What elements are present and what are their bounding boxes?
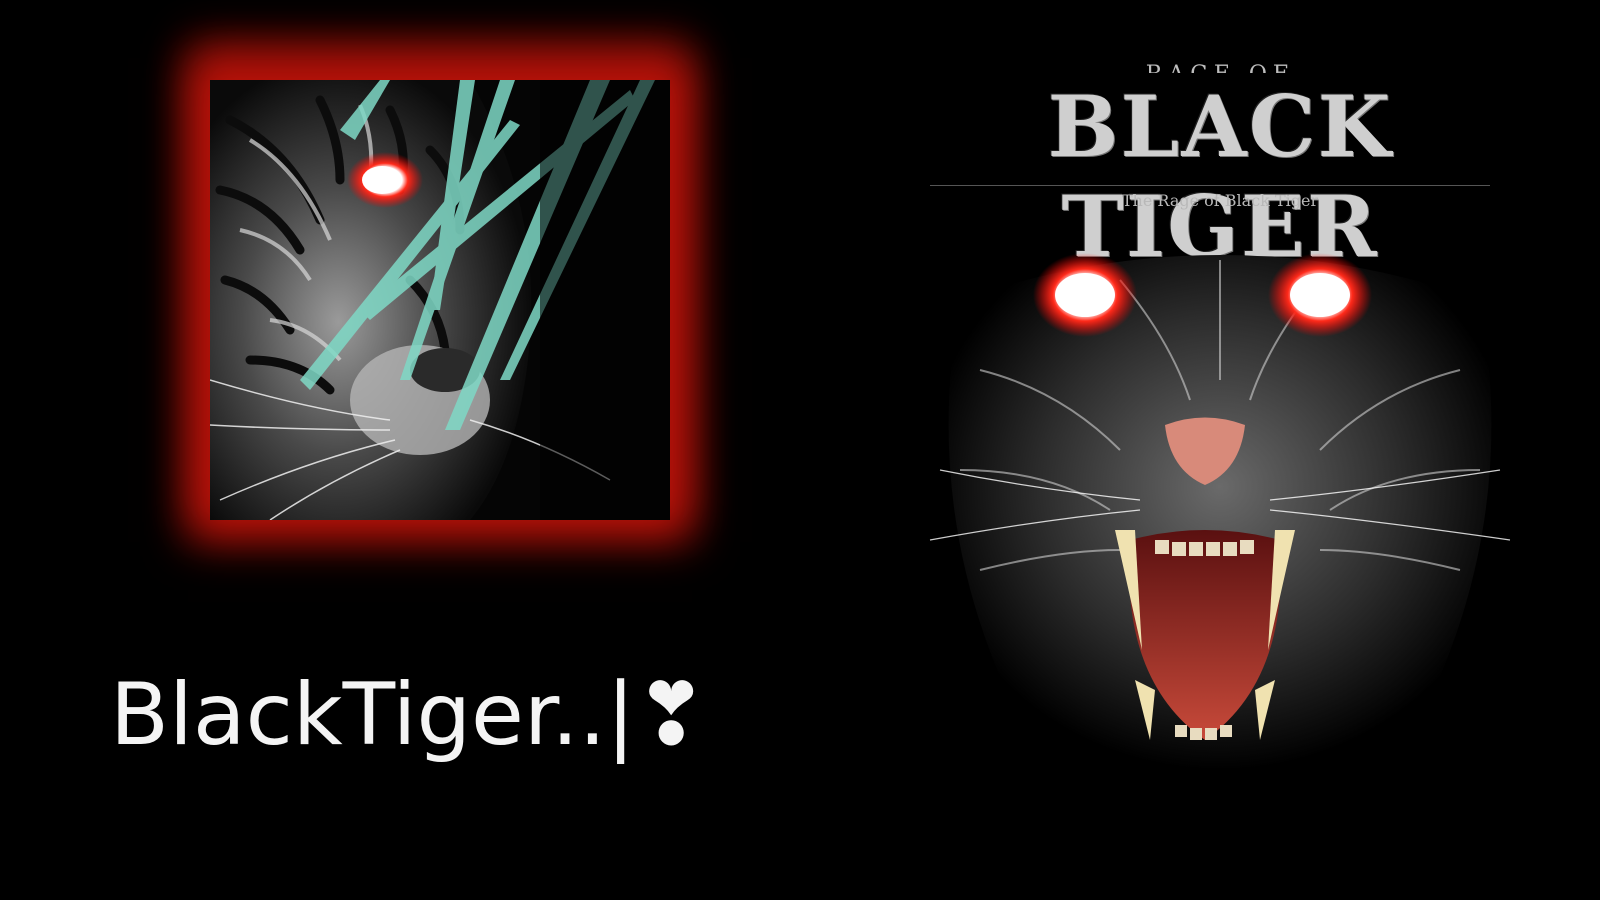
tiger-avatar-image bbox=[210, 80, 670, 520]
avatar[interactable] bbox=[210, 80, 670, 520]
poster-title-top: RAGE OF bbox=[920, 55, 1520, 73]
roaring-tiger-image bbox=[929, 253, 1511, 770]
poster-divider bbox=[930, 185, 1490, 186]
poster-subtitle: The Rage of Black Tiger bbox=[1121, 191, 1319, 210]
poster-image: RAGE OF BLACK TIGER The Rage of Black Ti… bbox=[920, 55, 1520, 800]
screen: BlackTiger..|❣ RAGE OF BLACK TIGER The R… bbox=[0, 0, 1600, 900]
profile-name: BlackTiger..|❣ bbox=[110, 665, 708, 765]
